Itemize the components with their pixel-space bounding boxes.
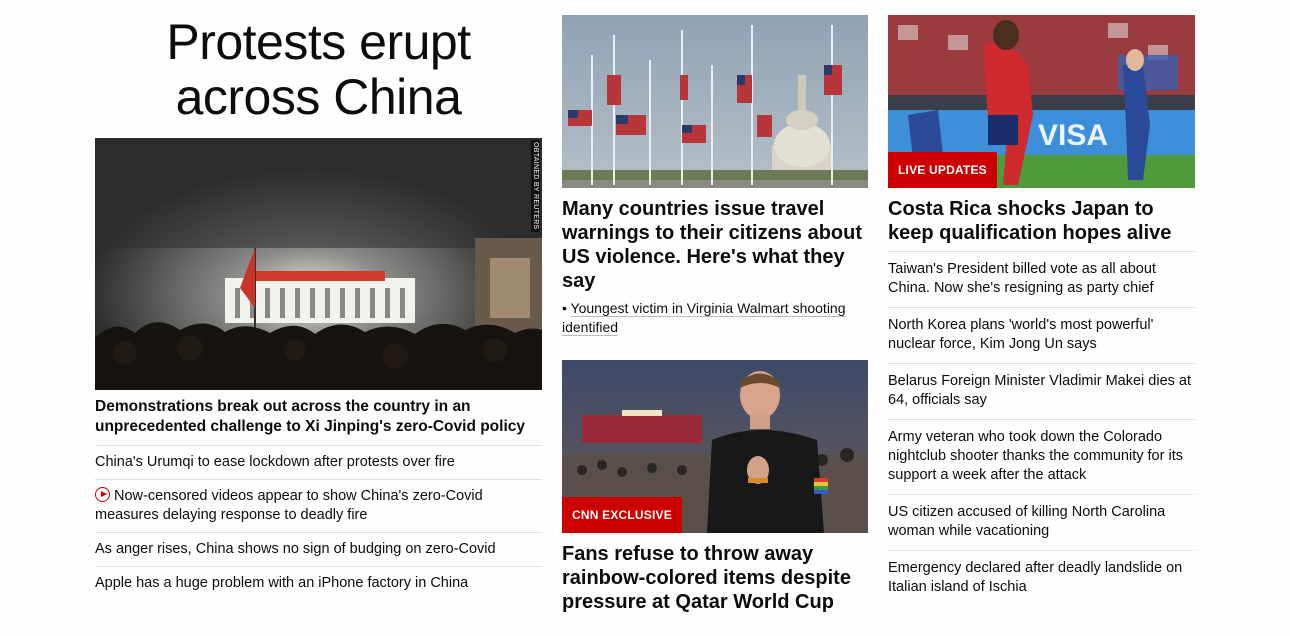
list-item: US citizen accused of killing North Caro… [888,494,1195,550]
related-link-anger-rises[interactable]: As anger rises, China shows no sign of b… [95,533,542,566]
story-image-rainbow-fans[interactable]: CNN EXCLUSIVE [562,360,868,533]
headline-link-army-veteran[interactable]: Army veteran who took down the Colorado … [888,420,1195,494]
list-item: China's Urumqi to ease lockdown after pr… [95,445,542,479]
travel-warnings-image-art [562,15,868,188]
headline-link-ischia[interactable]: Emergency declared after deadly landslid… [888,551,1195,606]
list-item: North Korea plans 'world's most powerful… [888,307,1195,363]
lead-headline[interactable]: Protests erupt across China [95,15,542,125]
bullet-marker: • [562,300,571,316]
headline-link-taiwan[interactable]: Taiwan's President billed vote as all ab… [888,252,1195,307]
list-item: Belarus Foreign Minister Vladimir Makei … [888,363,1195,419]
headline-link-belarus[interactable]: Belarus Foreign Minister Vladimir Makei … [888,364,1195,419]
story-title-costa-rica[interactable]: Costa Rica shocks Japan to keep qualific… [888,197,1195,245]
list-item: Taiwan's President billed vote as all ab… [888,251,1195,307]
related-link-label: Now-censored videos appear to show China… [95,488,483,523]
related-link-censored-videos[interactable]: Now-censored videos appear to show China… [95,480,542,532]
image-credit: OBTAINED BY REUTERS [531,140,540,232]
story-image-travel-warnings[interactable] [562,15,868,188]
story-title-rainbow-fans[interactable]: Fans refuse to throw away rainbow-colore… [562,542,868,614]
headline-link-us-citizen[interactable]: US citizen accused of killing North Caro… [888,495,1195,550]
middle-column: Many countries issue travel warnings to … [562,0,868,614]
lead-subheadline[interactable]: Demonstrations break out across the coun… [95,397,542,437]
story-image-costa-rica[interactable]: VISA LIVE UPDATES [888,15,1195,188]
list-item: Emergency declared after deadly landslid… [888,550,1195,606]
list-item: As anger rises, China shows no sign of b… [95,532,542,566]
related-link-urumqi[interactable]: China's Urumqi to ease lockdown after pr… [95,446,542,479]
headline-link-north-korea[interactable]: North Korea plans 'world's most powerful… [888,308,1195,363]
lead-image[interactable]: OBTAINED BY REUTERS [95,138,542,390]
list-item: Apple has a huge problem with an iPhone … [95,566,542,600]
svg-text:VISA: VISA [1038,119,1108,152]
lead-image-art [95,138,542,390]
story-title-travel-warnings[interactable]: Many countries issue travel warnings to … [562,197,868,293]
play-icon [95,487,110,502]
right-column: VISA LIVE UPDATES Costa Rica shocks Japa… [888,0,1195,606]
bullet-link-walmart[interactable]: Youngest victim in Virginia Walmart shoo… [562,300,846,336]
right-headline-list: Taiwan's President billed vote as all ab… [888,251,1195,606]
list-item: Now-censored videos appear to show China… [95,479,542,532]
cnn-exclusive-badge: CNN EXCLUSIVE [562,497,682,533]
bullet-row: • Youngest victim in Virginia Walmart sh… [562,299,868,337]
related-link-apple[interactable]: Apple has a huge problem with an iPhone … [95,567,542,600]
lead-related-list: China's Urumqi to ease lockdown after pr… [95,445,542,600]
list-item: Army veteran who took down the Colorado … [888,419,1195,494]
lead-story-column: Protests erupt across China OBTAINED BY … [95,0,542,600]
live-updates-badge: LIVE UPDATES [888,152,997,188]
